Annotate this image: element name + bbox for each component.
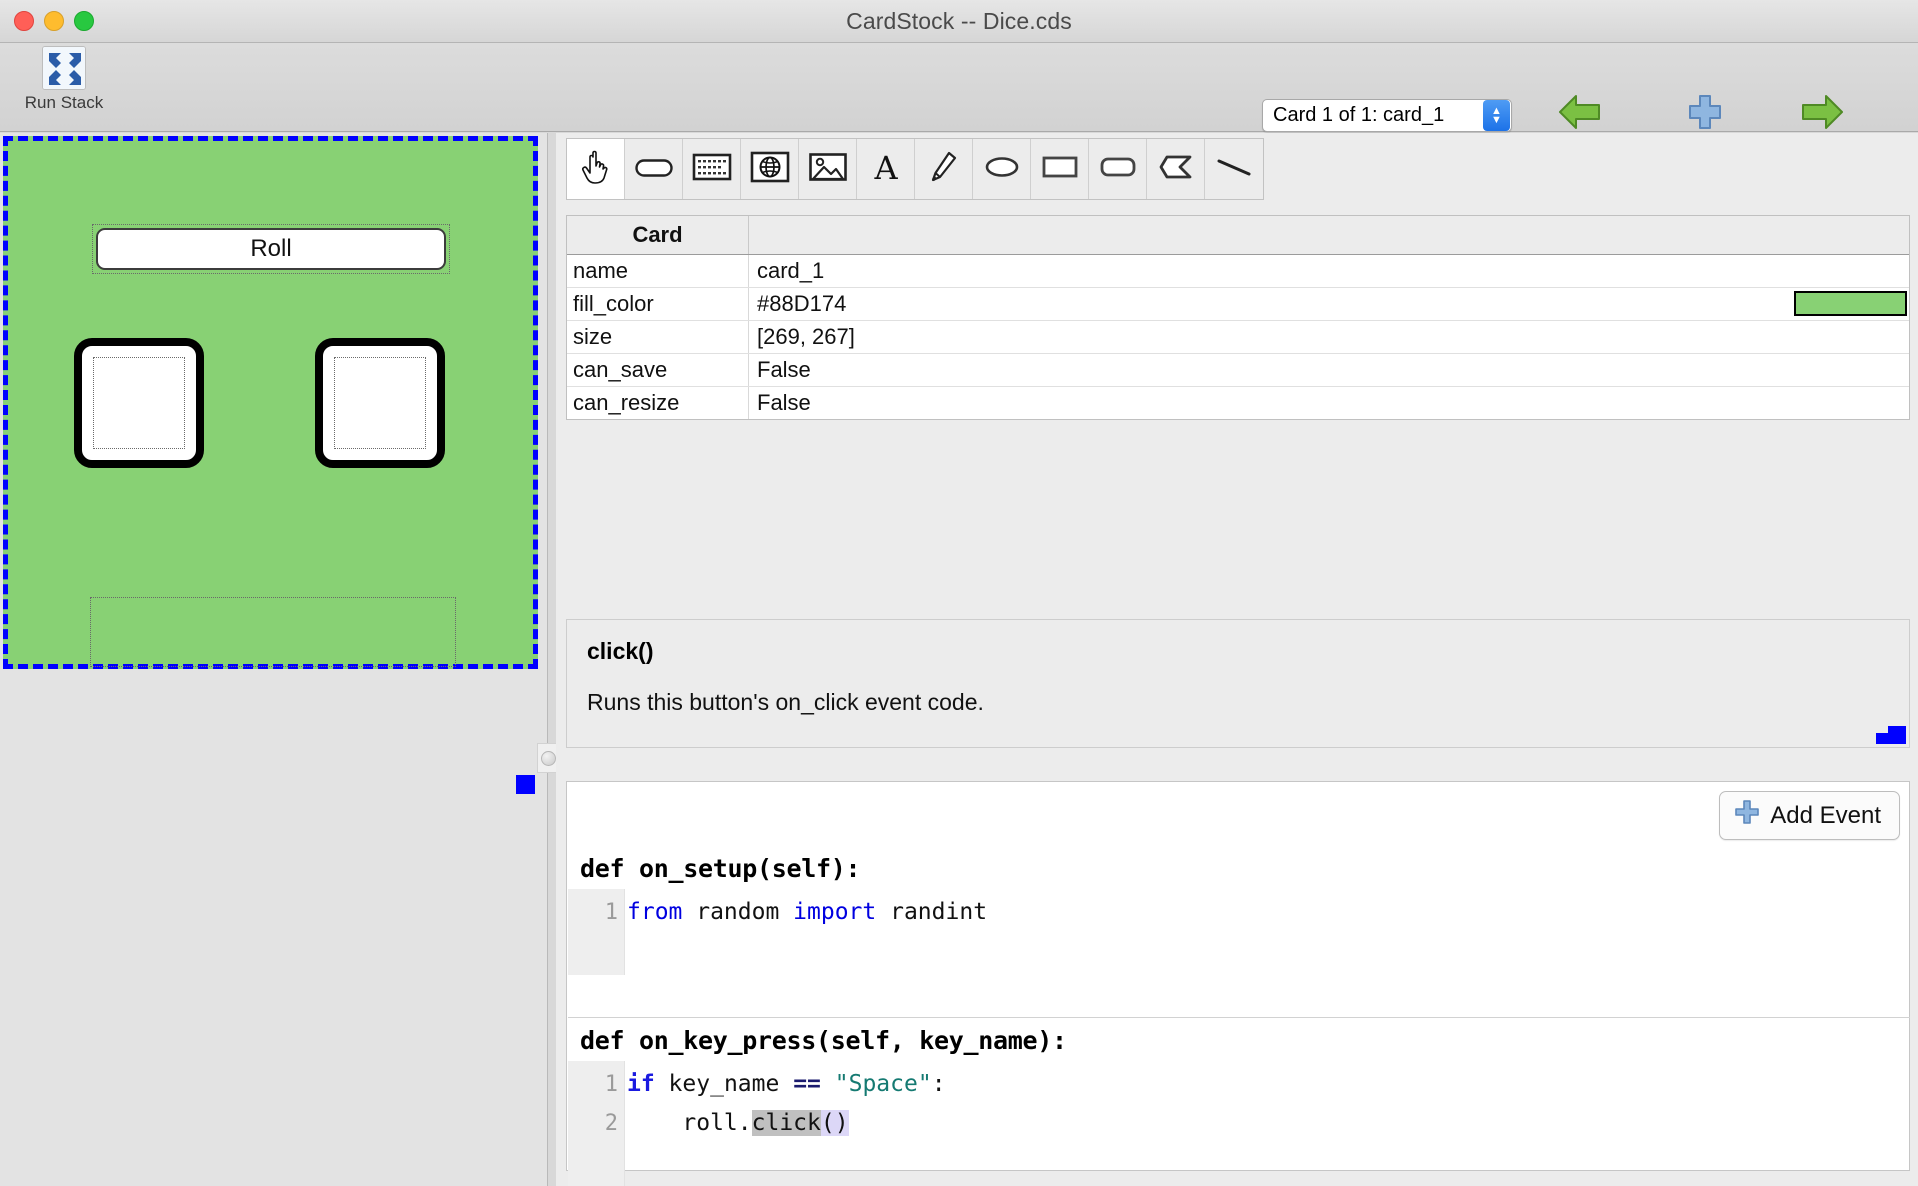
rectangle-tool[interactable] [1031, 139, 1089, 199]
rounded-rectangle-icon [1098, 153, 1138, 186]
property-key: fill_color [567, 288, 749, 320]
run-stack-label: Run Stack [24, 93, 104, 112]
inspector-pane: A Card name card_1 fill_color #88D174 si… [556, 133, 1918, 1186]
roll-button-label: Roll [250, 235, 292, 262]
handler-signature: def on_setup(self): [580, 854, 861, 883]
rectangle-icon [1040, 153, 1080, 186]
documentation-panel: click() Runs this button's on_click even… [566, 619, 1910, 748]
card-resize-handle[interactable] [516, 775, 535, 794]
add-event-button[interactable]: Add Event [1719, 791, 1900, 840]
button-tool[interactable] [625, 139, 683, 199]
web-view-tool[interactable] [741, 139, 799, 199]
documentation-resize-handle[interactable] [1876, 726, 1906, 744]
card-selector[interactable]: Card 1 of 1: card_1 ▲ ▼ [1262, 99, 1512, 132]
property-key: size [567, 321, 749, 353]
pencil-icon [928, 150, 960, 189]
property-key: can_resize [567, 387, 749, 419]
line-icon [1214, 153, 1254, 186]
code-text[interactable]: if key_name == "Space": roll.click() [625, 1061, 1910, 1186]
image-icon [808, 151, 848, 188]
rounded-button-icon [634, 154, 674, 185]
line-tool[interactable] [1205, 139, 1263, 199]
property-value[interactable]: card_1 [749, 255, 1909, 287]
pen-tool[interactable] [915, 139, 973, 199]
text-label-tool[interactable]: A [857, 139, 915, 199]
roll-button[interactable]: Roll [96, 228, 446, 270]
card-canvas[interactable]: Roll [8, 141, 533, 667]
add-event-row: Add Event [1719, 791, 1900, 840]
image-tool[interactable] [799, 139, 857, 199]
text-field-icon [692, 152, 732, 187]
table-row[interactable]: can_resize False [567, 387, 1909, 419]
svg-text:A: A [873, 151, 898, 183]
property-key: name [567, 255, 749, 287]
right-arrow-icon [1762, 91, 1882, 133]
polygon-icon [1158, 152, 1194, 187]
property-table: Card name card_1 fill_color #88D174 size… [566, 215, 1910, 420]
table-row[interactable]: name card_1 [567, 255, 1909, 288]
property-value[interactable]: False [749, 387, 1909, 419]
code-body[interactable]: 12 if key_name == "Space": roll.click() [568, 1061, 1910, 1186]
result-field[interactable] [90, 597, 456, 667]
card-selection-border[interactable]: Roll [3, 136, 538, 669]
property-table-header: Card [567, 216, 1909, 255]
documentation-title: click() [587, 638, 654, 664]
run-stack-icon [42, 46, 86, 90]
splitter-grip-icon [540, 750, 556, 766]
run-stack-button[interactable]: Run Stack [14, 46, 114, 113]
die-1-field-outline [93, 357, 185, 449]
window-title: CardStock -- Dice.cds [846, 8, 1072, 34]
property-value[interactable]: False [749, 354, 1909, 386]
left-arrow-icon [1520, 91, 1640, 133]
globe-icon [750, 151, 790, 188]
letter-a-icon: A [869, 149, 903, 188]
card-selector-value: Card 1 of 1: card_1 [1273, 104, 1445, 126]
hand-tool[interactable] [567, 139, 625, 199]
table-row[interactable]: can_save False [567, 354, 1909, 387]
plus-icon [1734, 799, 1760, 832]
property-name-column-header: Card [567, 216, 749, 254]
round-rect-tool[interactable] [1089, 139, 1147, 199]
fill-color-swatch[interactable] [1794, 291, 1907, 316]
event-handler-on-setup: def on_setup(self): 1 from random import… [568, 846, 1910, 975]
die-2[interactable] [315, 338, 445, 468]
title-bar: CardStock -- Dice.cds [0, 0, 1918, 43]
table-row[interactable]: fill_color #88D174 [567, 288, 1909, 321]
documentation-text: Runs this button's on_click event code. [587, 689, 984, 715]
code-text[interactable]: from random import randint [625, 889, 1910, 975]
line-number-gutter: 1 [568, 889, 625, 975]
oval-tool[interactable] [973, 139, 1031, 199]
chevron-updown-icon[interactable]: ▲ ▼ [1483, 100, 1510, 131]
property-value-column-header [749, 216, 1909, 254]
add-event-label: Add Event [1770, 801, 1881, 829]
property-value[interactable]: #88D174 [749, 288, 1909, 320]
table-row[interactable]: size [269, 267] [567, 321, 1909, 354]
card-canvas-pane: Roll [0, 133, 559, 1186]
line-number-gutter: 12 [568, 1061, 625, 1186]
hand-icon [579, 149, 613, 190]
polygon-tool[interactable] [1147, 139, 1205, 199]
handler-signature: def on_key_press(self, key_name): [580, 1026, 1067, 1055]
die-2-field-outline [334, 357, 426, 449]
die-1[interactable] [74, 338, 204, 468]
tool-palette: A [566, 138, 1264, 200]
property-key: can_save [567, 354, 749, 386]
property-value[interactable]: [269, 267] [749, 321, 1909, 353]
cardstock-window: CardStock -- Dice.cds Run Stack Card 1 o… [0, 0, 1918, 1186]
code-editor-panel: Add Event def on_setup(self): 1 from ran… [566, 781, 1910, 1186]
event-handler-on-key-press: def on_key_press(self, key_name): 12 if … [568, 1017, 1910, 1186]
code-body[interactable]: 1 from random import randint [568, 889, 1910, 975]
text-field-tool[interactable] [683, 139, 741, 199]
main-toolbar: Run Stack Card 1 of 1: card_1 ▲▼ Previou… [0, 43, 1918, 155]
oval-icon [982, 153, 1022, 186]
plus-icon [1645, 91, 1765, 133]
